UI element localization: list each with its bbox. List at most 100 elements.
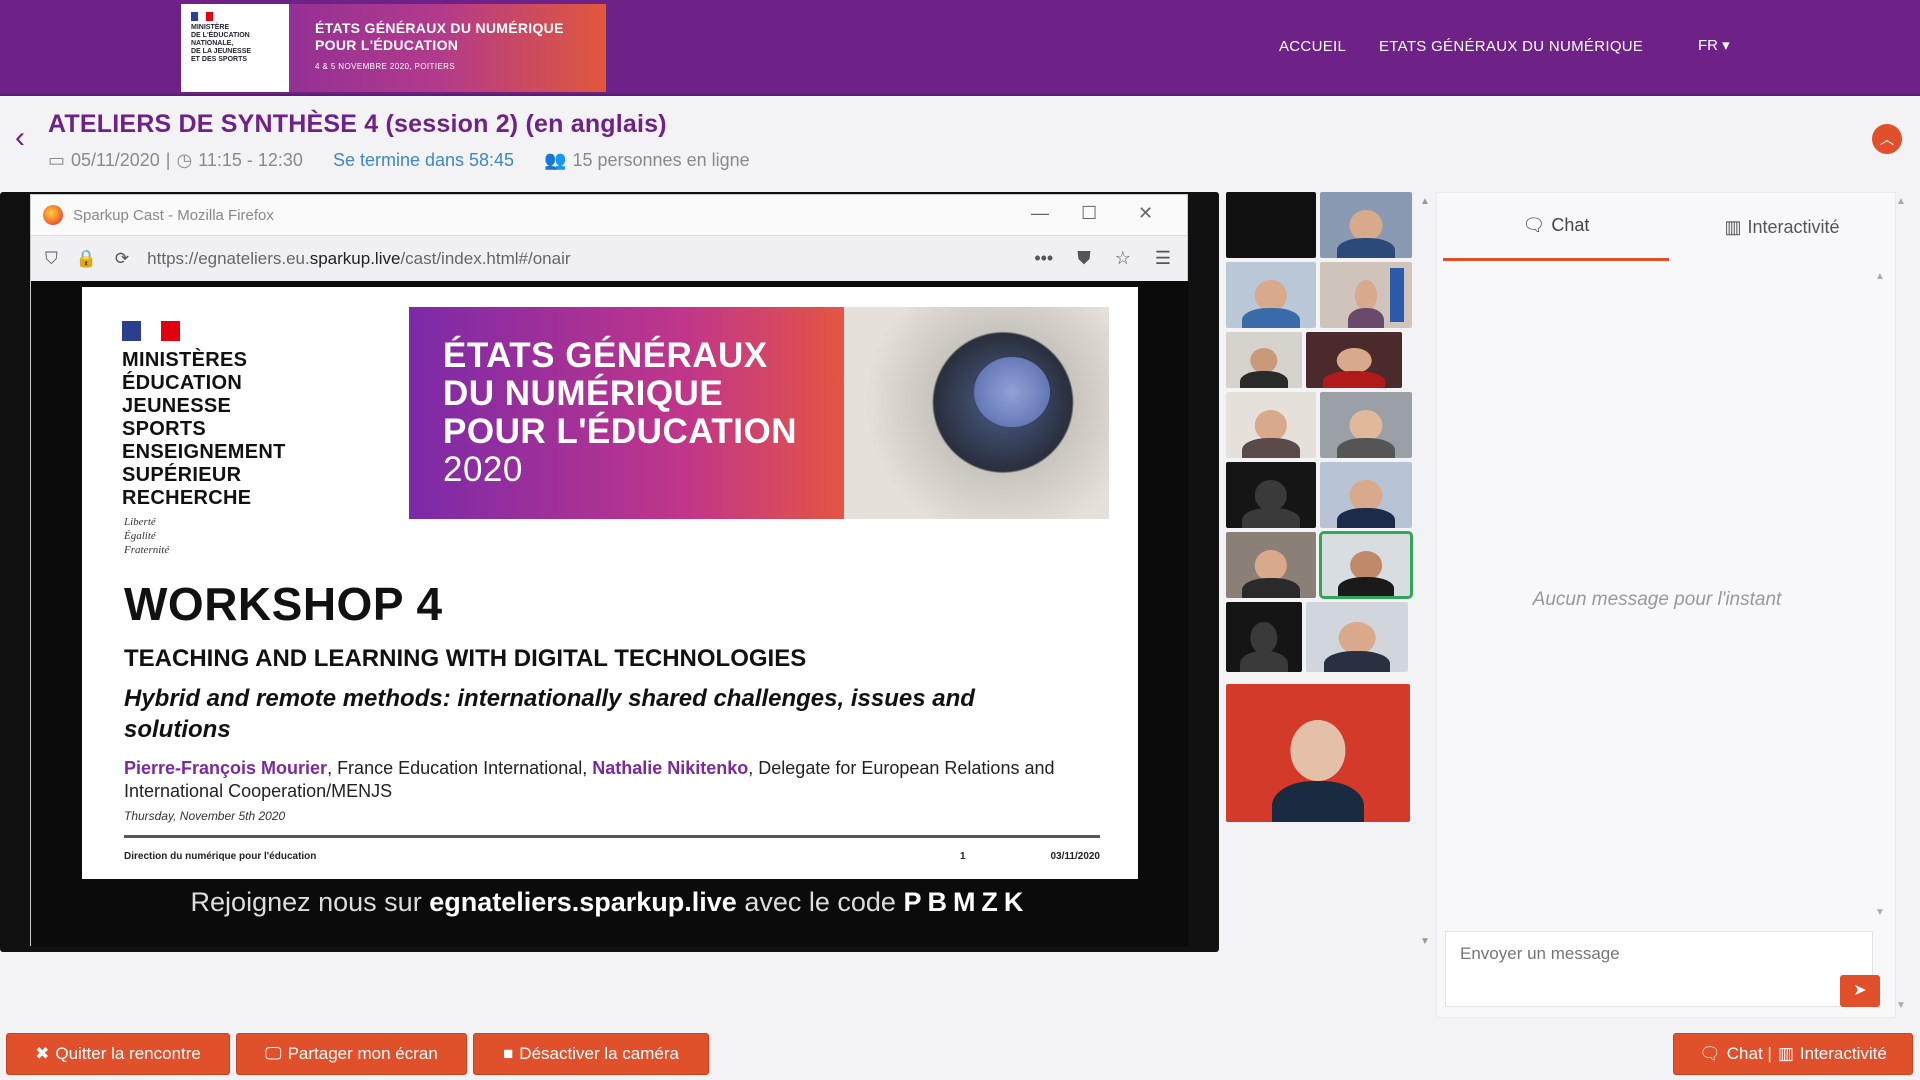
chat-panel: 🗨 Chat ▥ Interactivité Aucun message pour …: [1436, 192, 1896, 1018]
chat-bubble-icon: 🗨: [1699, 1044, 1721, 1063]
join-code: PBMZK: [903, 887, 1030, 917]
session-time: 11:15 - 12:30: [198, 150, 303, 170]
url-text[interactable]: https://egnateliers.eu.sparkup.live/cast…: [147, 249, 570, 269]
tablet-photo: [844, 307, 1109, 519]
footer-date: 03/11/2020: [1050, 851, 1101, 862]
participant-tile[interactable]: [1320, 392, 1412, 458]
online-count: 15 personnes en ligne: [572, 150, 750, 170]
browser-content: MINISTÈRES ÉDUCATION JEUNESSE SPORTS ENS…: [31, 281, 1189, 947]
banner-year: 2020: [443, 450, 523, 489]
nav-etats-generaux[interactable]: ETATS GÉNÉRAUX DU NUMÉRIQUE: [1379, 38, 1643, 55]
window-title: Sparkup Cast - Mozilla Firefox: [73, 206, 274, 224]
participant-tile[interactable]: [1226, 532, 1316, 598]
participant-tile[interactable]: [1226, 192, 1316, 258]
event-banner: ÉTATS GÉNÉRAUX DU NUMÉRIQUE POUR L'ÉDUCA…: [409, 307, 1109, 519]
shield-icon: ⛉: [45, 248, 58, 268]
screen-share-video: Sparkup Cast - Mozilla Firefox — ☐ ✕ ⛉ 🔒…: [0, 192, 1219, 952]
quit-meeting-button[interactable]: ✖ Quitter la rencontre: [6, 1033, 230, 1075]
participant-grid: [1226, 192, 1413, 952]
speakers: Pierre-François Mourier, France Educatio…: [124, 758, 1055, 801]
share-screen-button[interactable]: 🖵 Partager mon écran: [236, 1033, 467, 1075]
scroll-down-icon[interactable]: ▼: [1420, 936, 1430, 947]
banner-title: ÉTATS GÉNÉRAUX DU NUMÉRIQUE POUR L'ÉDUCA…: [443, 336, 798, 451]
monitor-icon: 🖵: [265, 1044, 282, 1063]
join-banner: Rejoignez nous sur egnateliers.sparkup.l…: [190, 887, 1030, 917]
nav-home[interactable]: ACCUEIL: [1279, 38, 1346, 55]
firefox-logo-icon: [43, 205, 63, 225]
more-icon[interactable]: •••: [1034, 248, 1053, 269]
participant-tile[interactable]: [1306, 332, 1402, 388]
speaker-name: Pierre-François Mourier: [124, 758, 328, 778]
bar-chart-icon: ▥: [1777, 1044, 1794, 1063]
participant-tile[interactable]: [1226, 262, 1316, 328]
participant-tile[interactable]: [1226, 332, 1302, 388]
scroll-down-icon[interactable]: ▼: [1896, 1000, 1906, 1011]
scroll-up-icon[interactable]: ▲: [1896, 196, 1906, 207]
separator: |: [165, 150, 171, 170]
pocket-icon[interactable]: ⛊: [1077, 248, 1091, 269]
chat-bubble-icon: 🗨: [1522, 215, 1546, 235]
top-header: MINISTÈRE DE L'ÉDUCATION NATIONALE, DE L…: [0, 0, 1920, 96]
bookmark-star-icon[interactable]: ☆: [1115, 248, 1131, 269]
participant-tile[interactable]: [1320, 192, 1412, 258]
ministry-logo: MINISTÈRE DE L'ÉDUCATION NATIONALE, DE L…: [181, 4, 289, 92]
disable-camera-button[interactable]: ■ Désactiver la caméra: [473, 1033, 709, 1075]
event-logo[interactable]: MINISTÈRE DE L'ÉDUCATION NATIONALE, DE L…: [181, 4, 606, 92]
presentation-slide: MINISTÈRES ÉDUCATION JEUNESSE SPORTS ENS…: [82, 287, 1138, 879]
tab-chat[interactable]: 🗨 Chat: [1443, 193, 1669, 261]
back-arrow-icon[interactable]: ‹: [15, 123, 25, 153]
collapse-button[interactable]: ︿: [1872, 124, 1902, 154]
maximize-icon[interactable]: ☐: [1081, 203, 1097, 224]
users-icon: 👥: [544, 150, 567, 170]
session-meta: ▭ 05/11/2020 | ◷ 11:15 - 12:30 Se termin…: [48, 150, 750, 171]
send-icon: ➤: [1853, 982, 1867, 999]
session-countdown: Se termine dans 58:45: [332, 150, 515, 170]
ministry-logo-text: MINISTÈRE DE L'ÉDUCATION NATIONALE, DE L…: [191, 24, 252, 63]
language-selector[interactable]: FR ▾: [1698, 36, 1730, 54]
participants-scrollbar[interactable]: ▲ ▼: [1420, 196, 1430, 956]
ministries-list: MINISTÈRES ÉDUCATION JEUNESSE SPORTS ENS…: [122, 349, 286, 509]
firefox-titlebar: Sparkup Cast - Mozilla Firefox — ☐ ✕: [31, 195, 1187, 235]
chat-interactivity-toggle[interactable]: 🗨 Chat | ▥ Interactivité: [1673, 1033, 1913, 1075]
page-scrollbar[interactable]: ▲ ▼: [1894, 192, 1908, 1018]
scroll-up-icon[interactable]: ▲: [1875, 271, 1885, 282]
french-flag-icon: [191, 12, 214, 21]
participant-tile[interactable]: [1306, 602, 1408, 672]
french-flag-icon: [122, 321, 180, 341]
participant-tile[interactable]: [1226, 392, 1316, 458]
participant-tile[interactable]: [1320, 262, 1412, 328]
workshop-topic: Hybrid and remote methods: international…: [124, 685, 975, 743]
slide-footer: Direction du numérique pour l'éducation …: [124, 851, 1100, 862]
chat-scrollbar[interactable]: ▲ ▼: [1873, 271, 1887, 921]
scroll-down-icon[interactable]: ▼: [1875, 907, 1885, 918]
participant-tile[interactable]: [1320, 462, 1412, 528]
camera-icon: ■: [503, 1044, 514, 1063]
speaker-name: Nathalie Nikitenko: [592, 758, 749, 778]
participant-tile[interactable]: [1226, 602, 1302, 672]
send-button[interactable]: ➤: [1840, 975, 1880, 1007]
bar-chart-icon: ▥: [1724, 216, 1742, 237]
lock-icon: 🔒: [75, 248, 97, 268]
message-input[interactable]: [1445, 931, 1873, 1007]
scroll-up-icon[interactable]: ▲: [1420, 196, 1430, 207]
minimize-icon[interactable]: —: [1031, 203, 1049, 224]
firefox-window: Sparkup Cast - Mozilla Firefox — ☐ ✕ ⛉ 🔒…: [30, 194, 1189, 947]
calendar-icon: ▭: [48, 150, 66, 170]
logo-event-dates: 4 & 5 NOVEMBRE 2020, POITIERS: [315, 62, 456, 71]
close-icon[interactable]: ✕: [1138, 203, 1153, 224]
menu-icon[interactable]: ☰: [1155, 248, 1171, 269]
participant-tile[interactable]: [1226, 462, 1316, 528]
empty-chat-message: Aucun message pour l'instant: [1532, 589, 1782, 610]
participant-tile-active-speaker[interactable]: [1319, 531, 1413, 599]
participant-tile-large[interactable]: [1226, 684, 1410, 822]
page-number: 1: [960, 851, 966, 862]
url-bar[interactable]: ⛉ 🔒 ⟳ https://egnateliers.eu.sparkup.liv…: [31, 235, 1187, 281]
permissions-icon: ⟳: [114, 248, 130, 268]
close-icon: ✖: [35, 1044, 50, 1063]
session-title: ATELIERS DE SYNTHÈSE 4 (session 2) (en a…: [48, 110, 667, 138]
tab-interactivity[interactable]: ▥ Interactivité: [1669, 193, 1895, 261]
clock-icon: ◷: [176, 150, 193, 170]
workshop-subtitle: TEACHING AND LEARNING WITH DIGITAL TECHN…: [124, 645, 807, 672]
republic-motto: Liberté Égalité Fraternité: [124, 516, 170, 556]
divider: [124, 835, 1100, 838]
